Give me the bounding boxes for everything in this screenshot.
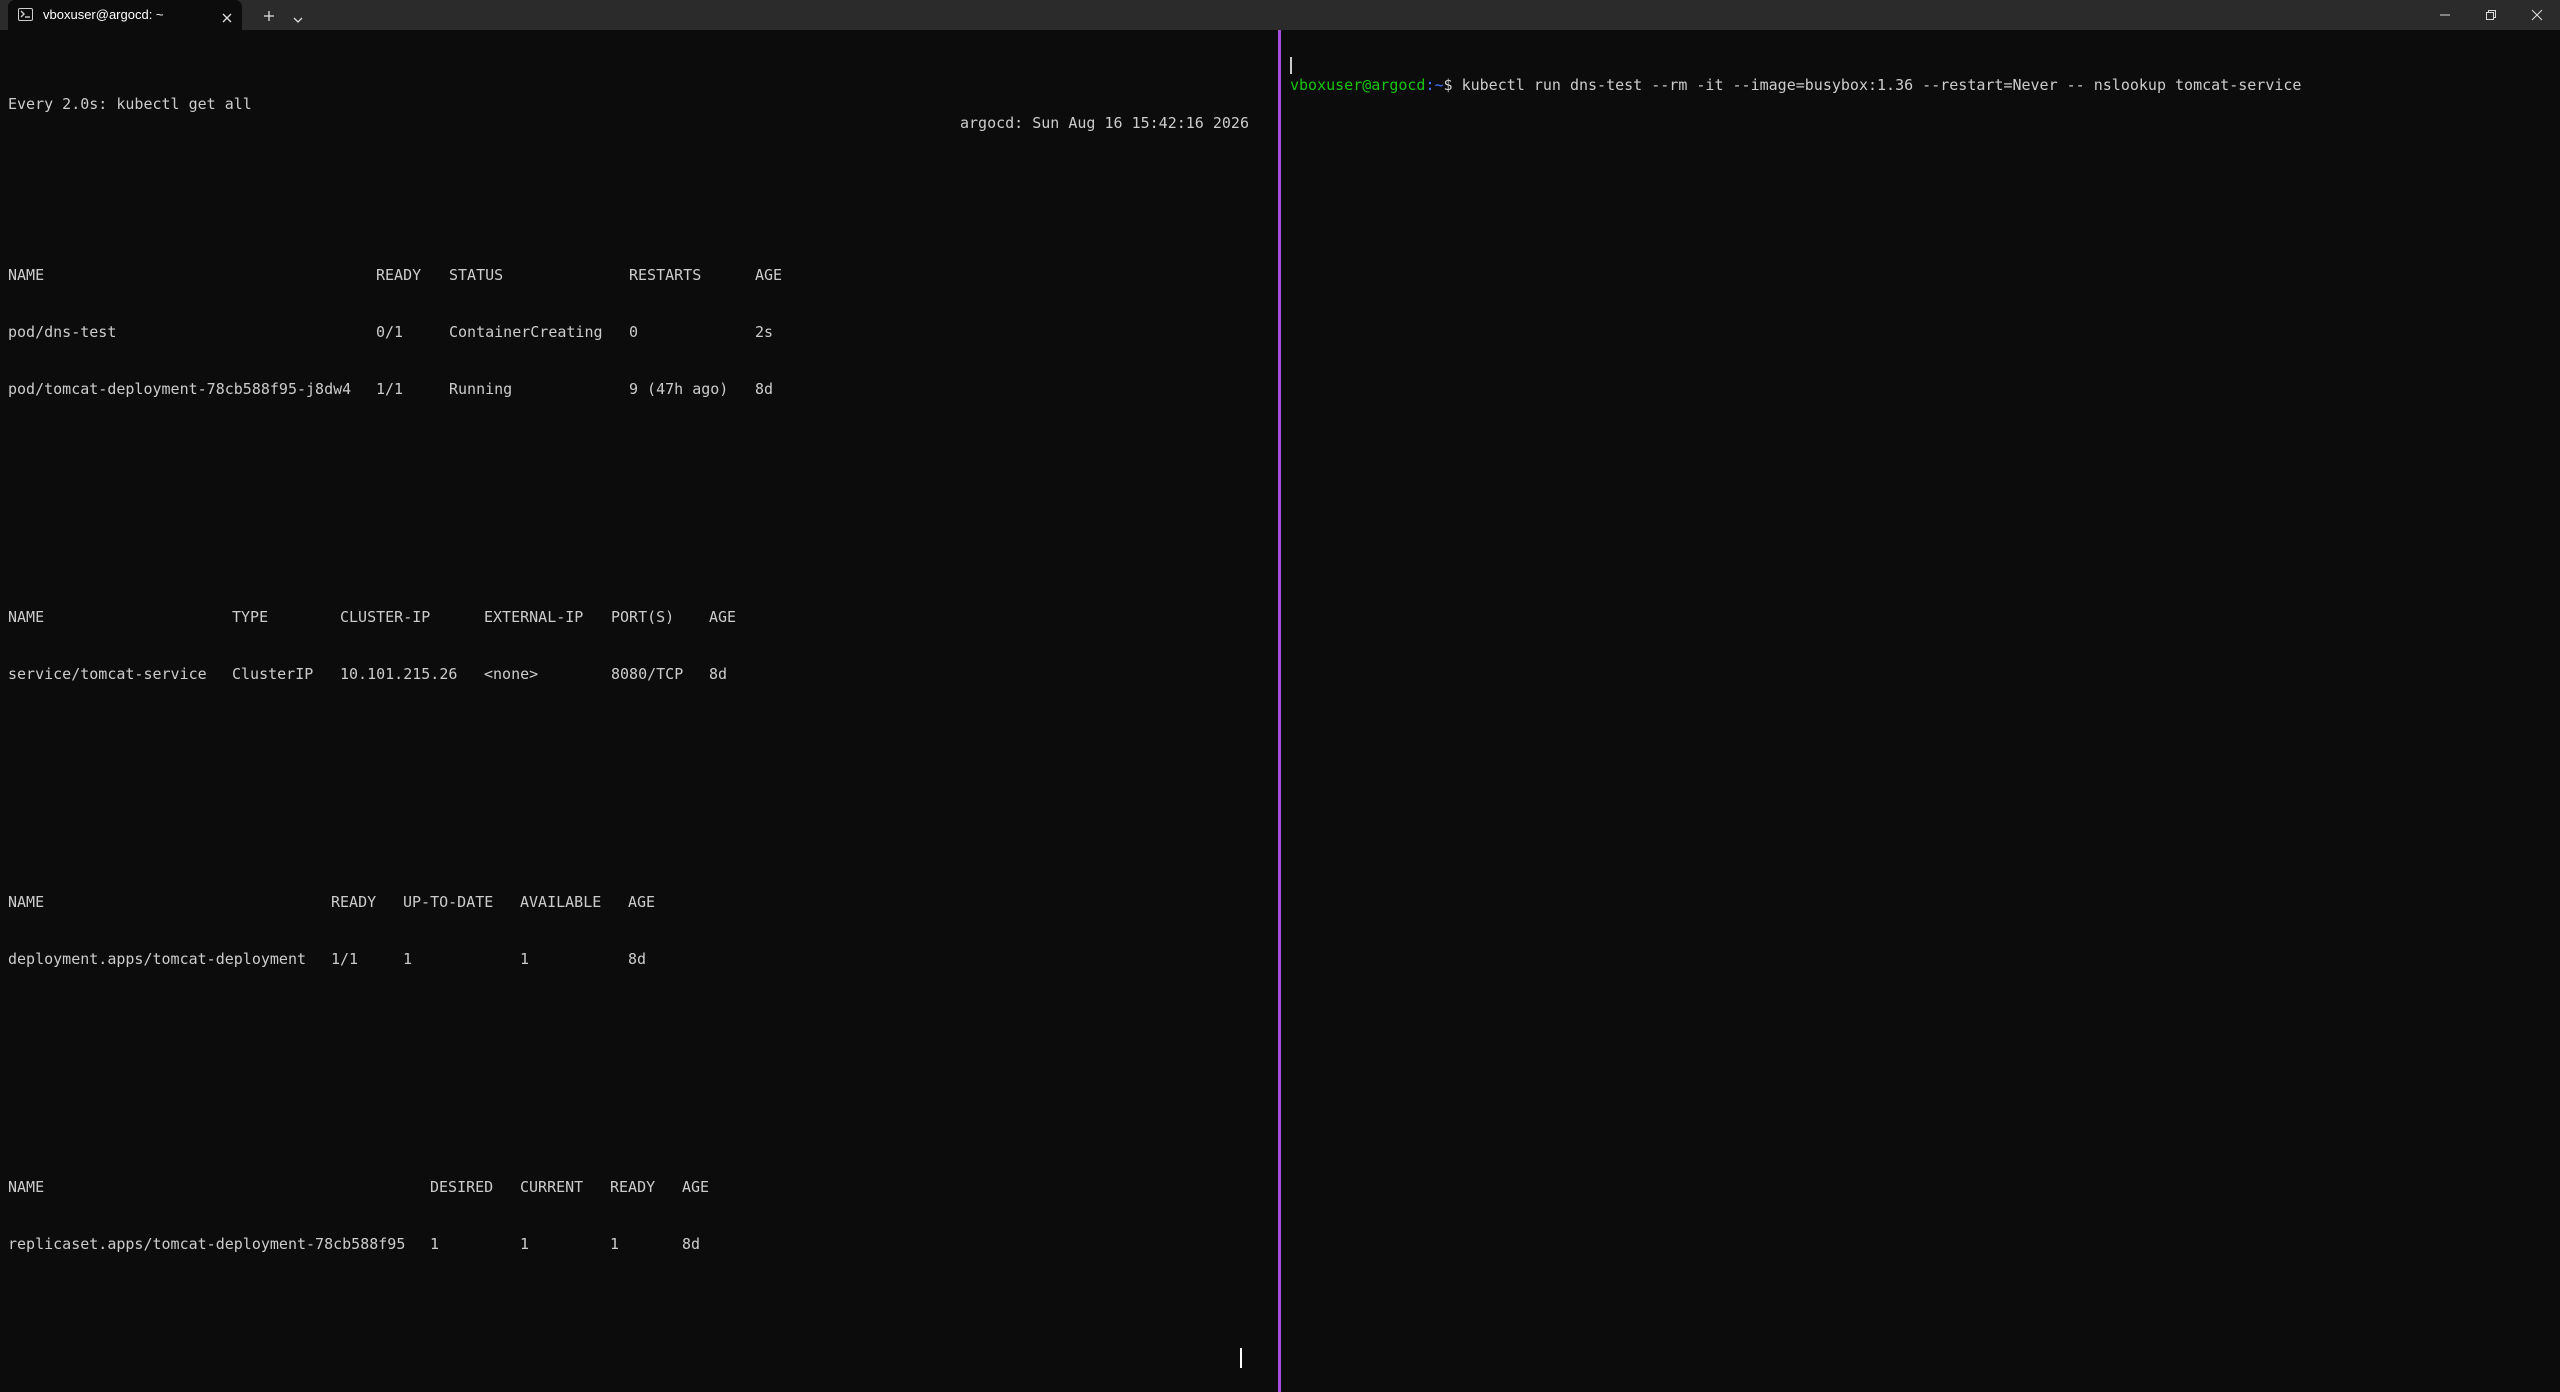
table-cell: 0	[629, 323, 639, 341]
table-cell: 1	[610, 1235, 620, 1253]
terminal-icon	[18, 8, 33, 21]
table-cell: 8d	[755, 380, 774, 398]
table-cell: 8d	[682, 1235, 701, 1253]
close-icon	[2531, 9, 2543, 21]
mouse-ibeam-cursor	[1240, 1348, 1242, 1368]
table-cell: 8080/TCP	[611, 665, 684, 683]
table-cell: Running	[449, 380, 513, 398]
close-window-button[interactable]	[2514, 0, 2560, 30]
column-header: AVAILABLE	[520, 893, 602, 911]
watch-header: Every 2.0s: kubectl get all argocd: Sun …	[8, 76, 1278, 132]
new-tab-plus-icon[interactable]	[262, 8, 276, 22]
table-header: NAME TYPE CLUSTER-IP EXTERNAL-IP PORT(S)…	[8, 608, 1278, 627]
table-header: NAME DESIRED CURRENT READY AGE	[8, 1178, 1278, 1197]
column-header: STATUS	[449, 266, 504, 284]
table-row: service/tomcat-service ClusterIP 10.101.…	[8, 665, 1278, 684]
table-header: NAME READY UP-TO-DATE AVAILABLE AGE	[8, 893, 1278, 912]
terminal-tab[interactable]: vboxuser@argocd: ~	[8, 0, 242, 30]
table-cell: 1	[520, 950, 530, 968]
command-text: kubectl run dns-test --rm -it --image=bu…	[1452, 76, 2302, 94]
table-row: deployment.apps/tomcat-deployment 1/1 1 …	[8, 950, 1278, 969]
table-cell: 1/1	[331, 950, 359, 968]
table-cell: deployment.apps/tomcat-deployment	[8, 950, 307, 968]
command-line: vboxuser@argocd:~$ kubectl run dns-test …	[1290, 76, 2560, 95]
column-header: NAME	[8, 893, 45, 911]
column-header: DESIRED	[430, 1178, 494, 1196]
table-cell: 2s	[755, 323, 774, 341]
pane-divider[interactable]	[1278, 30, 1281, 1392]
table-cell: pod/dns-test	[8, 323, 117, 341]
tab-title: vboxuser@argocd: ~	[43, 7, 164, 22]
column-header: CLUSTER-IP	[340, 608, 431, 626]
table-cell: 8d	[709, 665, 728, 683]
table-cell: 9 (47h ago)	[629, 380, 729, 398]
column-header: EXTERNAL-IP	[484, 608, 584, 626]
table-cell: 1	[403, 950, 413, 968]
prompt-path: :~	[1425, 76, 1444, 94]
table-row: pod/dns-test 0/1 ContainerCreating 0 2s	[8, 323, 1278, 342]
table-header: NAME READY STATUS RESTARTS AGE	[8, 266, 1278, 285]
minimize-icon	[2440, 14, 2450, 16]
deployments-table: NAME READY UP-TO-DATE AVAILABLE AGE depl…	[8, 855, 1278, 1007]
column-header: UP-TO-DATE	[403, 893, 494, 911]
column-header: READY	[610, 1178, 656, 1196]
table-cell: 1	[430, 1235, 440, 1253]
table-cell: 0/1	[376, 323, 404, 341]
column-header: PORT(S)	[611, 608, 675, 626]
column-header: CURRENT	[520, 1178, 584, 1196]
column-header: AGE	[755, 266, 783, 284]
chevron-down-icon[interactable]	[292, 10, 304, 23]
pods-table: NAME READY STATUS RESTARTS AGE pod/dns-t…	[8, 228, 1278, 437]
text-cursor	[1290, 57, 1292, 74]
table-cell: 1	[520, 1235, 530, 1253]
column-header: AGE	[682, 1178, 710, 1196]
column-header: READY	[331, 893, 377, 911]
table-cell: 10.101.215.26	[340, 665, 458, 683]
restore-icon	[2486, 10, 2496, 20]
watch-command: Every 2.0s: kubectl get all	[8, 95, 252, 113]
column-header: NAME	[8, 266, 45, 284]
table-cell: 8d	[628, 950, 647, 968]
prompt-user-host: vboxuser@argocd	[1290, 76, 1426, 94]
replicasets-table: NAME DESIRED CURRENT READY AGE replicase…	[8, 1140, 1278, 1292]
column-header: READY	[376, 266, 422, 284]
left-terminal-pane[interactable]: Every 2.0s: kubectl get all argocd: Sun …	[0, 30, 1278, 1392]
table-cell: ClusterIP	[232, 665, 314, 683]
column-header: AGE	[709, 608, 737, 626]
right-terminal-pane[interactable]: vboxuser@argocd:~$ kubectl run dns-test …	[1282, 30, 2560, 1392]
prompt-symbol: $	[1443, 76, 1453, 94]
title-bar: vboxuser@argocd: ~	[0, 0, 2560, 30]
column-header: NAME	[8, 1178, 45, 1196]
table-row: replicaset.apps/tomcat-deployment-78cb58…	[8, 1235, 1278, 1254]
tab-close-icon[interactable]	[221, 9, 233, 23]
column-header: AGE	[628, 893, 656, 911]
column-header: RESTARTS	[629, 266, 702, 284]
watch-clock: argocd: Sun Aug 16 15:42:16 2026	[960, 114, 1249, 132]
table-cell: pod/tomcat-deployment-78cb588f95-j8dw4	[8, 380, 352, 398]
table-cell: 1/1	[376, 380, 404, 398]
minimize-button[interactable]	[2422, 0, 2468, 30]
table-cell: service/tomcat-service	[8, 665, 207, 683]
table-cell: ContainerCreating	[449, 323, 603, 341]
services-table: NAME TYPE CLUSTER-IP EXTERNAL-IP PORT(S)…	[8, 570, 1278, 722]
restore-button[interactable]	[2468, 0, 2514, 30]
column-header: TYPE	[232, 608, 269, 626]
table-row: pod/tomcat-deployment-78cb588f95-j8dw4 1…	[8, 380, 1278, 399]
table-cell: replicaset.apps/tomcat-deployment-78cb58…	[8, 1235, 406, 1253]
column-header: NAME	[8, 608, 45, 626]
table-cell: <none>	[484, 665, 539, 683]
